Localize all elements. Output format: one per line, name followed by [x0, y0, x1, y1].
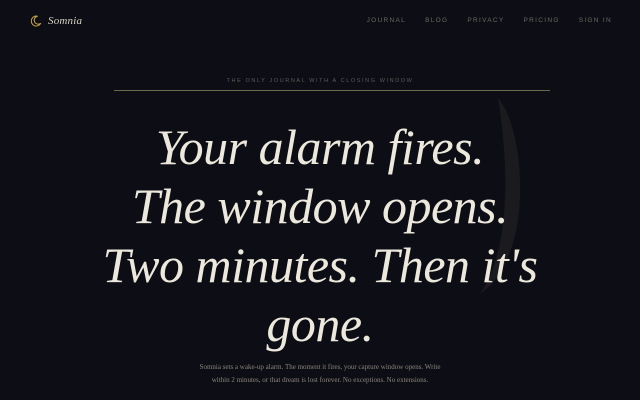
- headline-line-1: Your alarm fires.: [155, 119, 485, 175]
- brand-logo-link[interactable]: Somnia: [30, 15, 82, 27]
- nav-privacy-link[interactable]: PRIVACY: [467, 17, 504, 24]
- hero-divider: [114, 90, 550, 91]
- hero-eyebrow: THE ONLY JOURNAL WITH A CLOSING WINDOW: [226, 78, 414, 84]
- nav-pricing-link[interactable]: PRICING: [524, 17, 560, 24]
- headline-line-4: gone.: [266, 296, 374, 352]
- brand-name: Somnia: [48, 15, 83, 27]
- crescent-moon-icon: [30, 15, 42, 27]
- nav-sign-in-link[interactable]: SIGN IN: [579, 17, 612, 24]
- top-navigation: JOURNAL BLOG PRIVACY PRICING SIGN IN: [348, 17, 612, 24]
- nav-blog-link[interactable]: BLOG: [425, 17, 448, 24]
- hero-subtext: Somnia sets a wake-up alarm. The moment …: [199, 363, 441, 384]
- nav-journal-link[interactable]: JOURNAL: [367, 17, 406, 24]
- hero-headline: Your alarm fires. The window opens. Two …: [0, 118, 640, 354]
- headline-line-2: The window opens.: [131, 178, 509, 234]
- headline-line-3: Two minutes. Then it's: [102, 237, 538, 293]
